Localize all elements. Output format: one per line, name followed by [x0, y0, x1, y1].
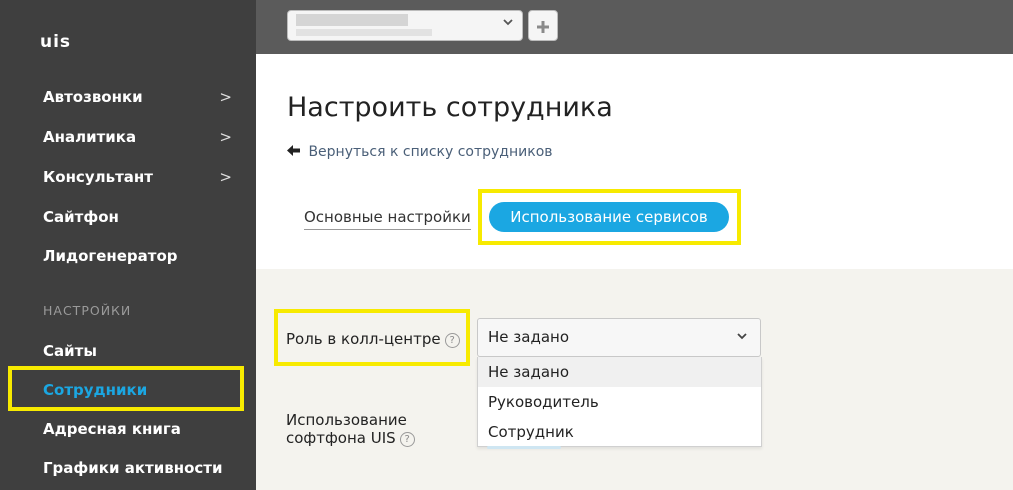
- uis-logo[interactable]: uis: [40, 32, 71, 52]
- sidebar-item-label: Сайты: [43, 342, 97, 360]
- sidebar: uis Автозвонки > Аналитика > Консультант…: [0, 0, 256, 490]
- sidebar-item-activity-schedules[interactable]: Графики активности: [43, 457, 238, 479]
- role-option-manager[interactable]: Руководитель: [478, 387, 761, 417]
- chevron-down-icon: [502, 16, 514, 32]
- sidebar-item-leadgenerator[interactable]: Лидогенератор: [43, 245, 238, 267]
- role-select[interactable]: Не задано: [477, 318, 761, 357]
- page-title: Настроить сотрудника: [287, 92, 613, 123]
- chevron-right-icon: >: [219, 128, 232, 146]
- settings-section-heading: НАСТРОЙКИ: [43, 303, 132, 318]
- sidebar-item-analytics[interactable]: Аналитика >: [43, 126, 238, 148]
- help-icon[interactable]: ?: [444, 333, 460, 348]
- chevron-right-icon: >: [219, 168, 232, 186]
- sidebar-item-label: Аналитика: [43, 128, 137, 146]
- sidebar-item-label: Адресная книга: [43, 420, 181, 438]
- softphone-label: Использование софтфона UIS?: [286, 411, 415, 447]
- help-icon[interactable]: ?: [399, 432, 415, 447]
- plus-icon: [536, 13, 550, 37]
- back-link-label: Вернуться к списку сотрудников: [308, 144, 553, 160]
- redacted-company-detail: [296, 29, 432, 36]
- role-label: Роль в колл-центре?: [286, 330, 460, 348]
- sidebar-item-address-book[interactable]: Адресная книга: [43, 418, 238, 440]
- sidebar-item-autocalls[interactable]: Автозвонки >: [43, 86, 238, 108]
- sidebar-item-label: Сайтфон: [43, 208, 119, 226]
- company-select[interactable]: [287, 10, 523, 41]
- add-button[interactable]: [528, 10, 558, 41]
- sidebar-item-consultant[interactable]: Консультант >: [43, 166, 238, 188]
- softphone-toggle[interactable]: [487, 446, 561, 449]
- sidebar-item-label: Автозвонки: [43, 88, 143, 106]
- role-label-text: Роль в колл-центре: [286, 330, 441, 348]
- tab-basic-settings[interactable]: Основные настройки: [304, 208, 471, 230]
- sidebar-item-label: Графики активности: [43, 459, 223, 477]
- arrow-left-icon: [287, 144, 304, 160]
- chevron-down-icon: [736, 319, 748, 356]
- highlight-frame-employees: [8, 366, 244, 411]
- role-dropdown-list: Не задано Руководитель Сотрудник: [477, 357, 762, 447]
- header-panel: Настроить сотрудника Вернуться к списку …: [256, 54, 1013, 269]
- sidebar-item-label: Консультант: [43, 168, 153, 186]
- role-option-employee[interactable]: Сотрудник: [478, 417, 761, 447]
- role-select-value: Не задано: [488, 328, 569, 346]
- back-to-employees-link[interactable]: Вернуться к списку сотрудников: [287, 144, 553, 160]
- chevron-right-icon: >: [219, 88, 232, 106]
- sidebar-item-sites[interactable]: Сайты: [43, 340, 238, 362]
- sidebar-item-sitephone[interactable]: Сайтфон: [43, 206, 238, 228]
- tab-services-usage[interactable]: Использование сервисов: [489, 202, 729, 232]
- top-bar: [256, 0, 1013, 54]
- role-option-not-set[interactable]: Не задано: [478, 357, 761, 387]
- softphone-label-line2: софтфона UIS: [286, 429, 396, 447]
- redacted-company-name: [296, 14, 408, 26]
- softphone-label-line1: Использование: [286, 411, 407, 429]
- sidebar-item-label: Лидогенератор: [43, 247, 178, 265]
